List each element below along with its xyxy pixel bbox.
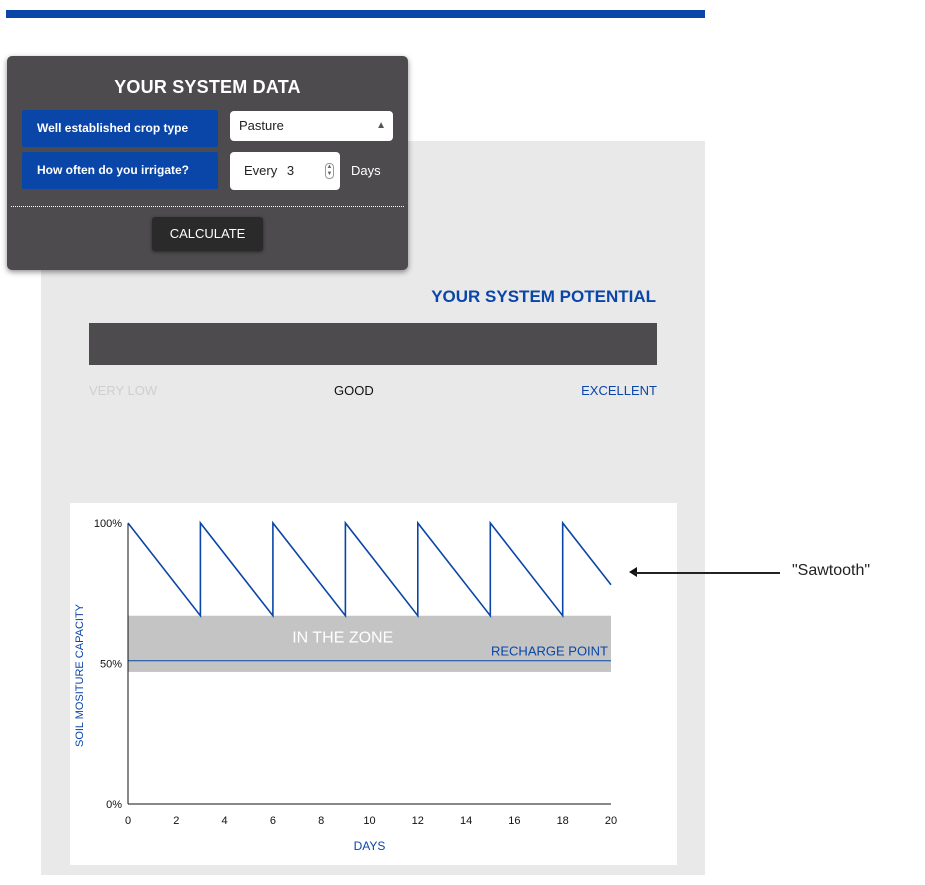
dotted-divider	[11, 206, 404, 207]
irrigation-days-stepper[interactable]: Every 3 ▲ ▼	[230, 152, 340, 190]
system-potential-title: YOUR SYSTEM POTENTIAL	[431, 287, 656, 306]
crop-type-value: Pasture	[239, 118, 284, 133]
x-tick-label: 8	[318, 815, 324, 827]
in-the-zone-label: IN THE ZONE	[292, 630, 393, 647]
potential-meter	[89, 323, 657, 365]
x-tick-label: 10	[363, 815, 375, 827]
x-tick-label: 0	[125, 815, 131, 827]
select-updown-icon: ▲	[376, 120, 386, 131]
scale-label-very-low: VERY LOW	[89, 383, 158, 398]
scale-label-good: GOOD	[334, 383, 374, 398]
crop-type-select[interactable]: Pasture ▲	[230, 111, 393, 141]
x-tick-label: 16	[508, 815, 520, 827]
soil-moisture-chart: IN THE ZONE RECHARGE POINT 0% 50% 100% 0 2 4 6 8 1…	[70, 503, 677, 865]
annotation-line	[634, 572, 780, 574]
scale-label-excellent: EXCELLENT	[581, 383, 657, 398]
x-tick-label: 12	[412, 815, 424, 827]
x-tick-label: 2	[173, 815, 179, 827]
stepper-prefix: Every	[244, 163, 278, 178]
top-accent-bar	[6, 10, 705, 18]
x-tick-label: 20	[605, 815, 617, 827]
y-tick-label: 0%	[106, 799, 122, 811]
y-tick-label: 100%	[94, 518, 122, 530]
recharge-point-label: RECHARGE POINT	[491, 644, 608, 659]
chart-svg: IN THE ZONE RECHARGE POINT 0% 50% 100% 0 2 4 6 8 1…	[74, 518, 617, 853]
days-unit-label: Days	[351, 163, 381, 178]
sawtooth-annotation: "Sawtooth"	[792, 562, 871, 579]
irrigation-frequency-label: How often do you irrigate?	[22, 152, 218, 189]
crop-type-label: Well established crop type	[22, 110, 218, 147]
y-tick-label: 50%	[100, 659, 122, 671]
system-data-card: YOUR SYSTEM DATA Well established crop t…	[7, 56, 408, 270]
calculate-button[interactable]: CALCULATE	[152, 217, 263, 251]
system-data-title: YOUR SYSTEM DATA	[114, 77, 301, 97]
x-tick-label: 4	[222, 815, 228, 827]
x-tick-label: 6	[270, 815, 276, 827]
stepper-value: 3	[286, 163, 295, 178]
x-tick-label: 18	[557, 815, 569, 827]
y-axis-title: SOIL MOSITURE CAPACITY	[74, 603, 86, 747]
sawtooth-series-line	[127, 520, 612, 619]
spinner-icon[interactable]: ▲ ▼	[325, 163, 334, 179]
x-tick-label: 14	[460, 815, 472, 827]
x-axis-title: DAYS	[354, 839, 386, 853]
